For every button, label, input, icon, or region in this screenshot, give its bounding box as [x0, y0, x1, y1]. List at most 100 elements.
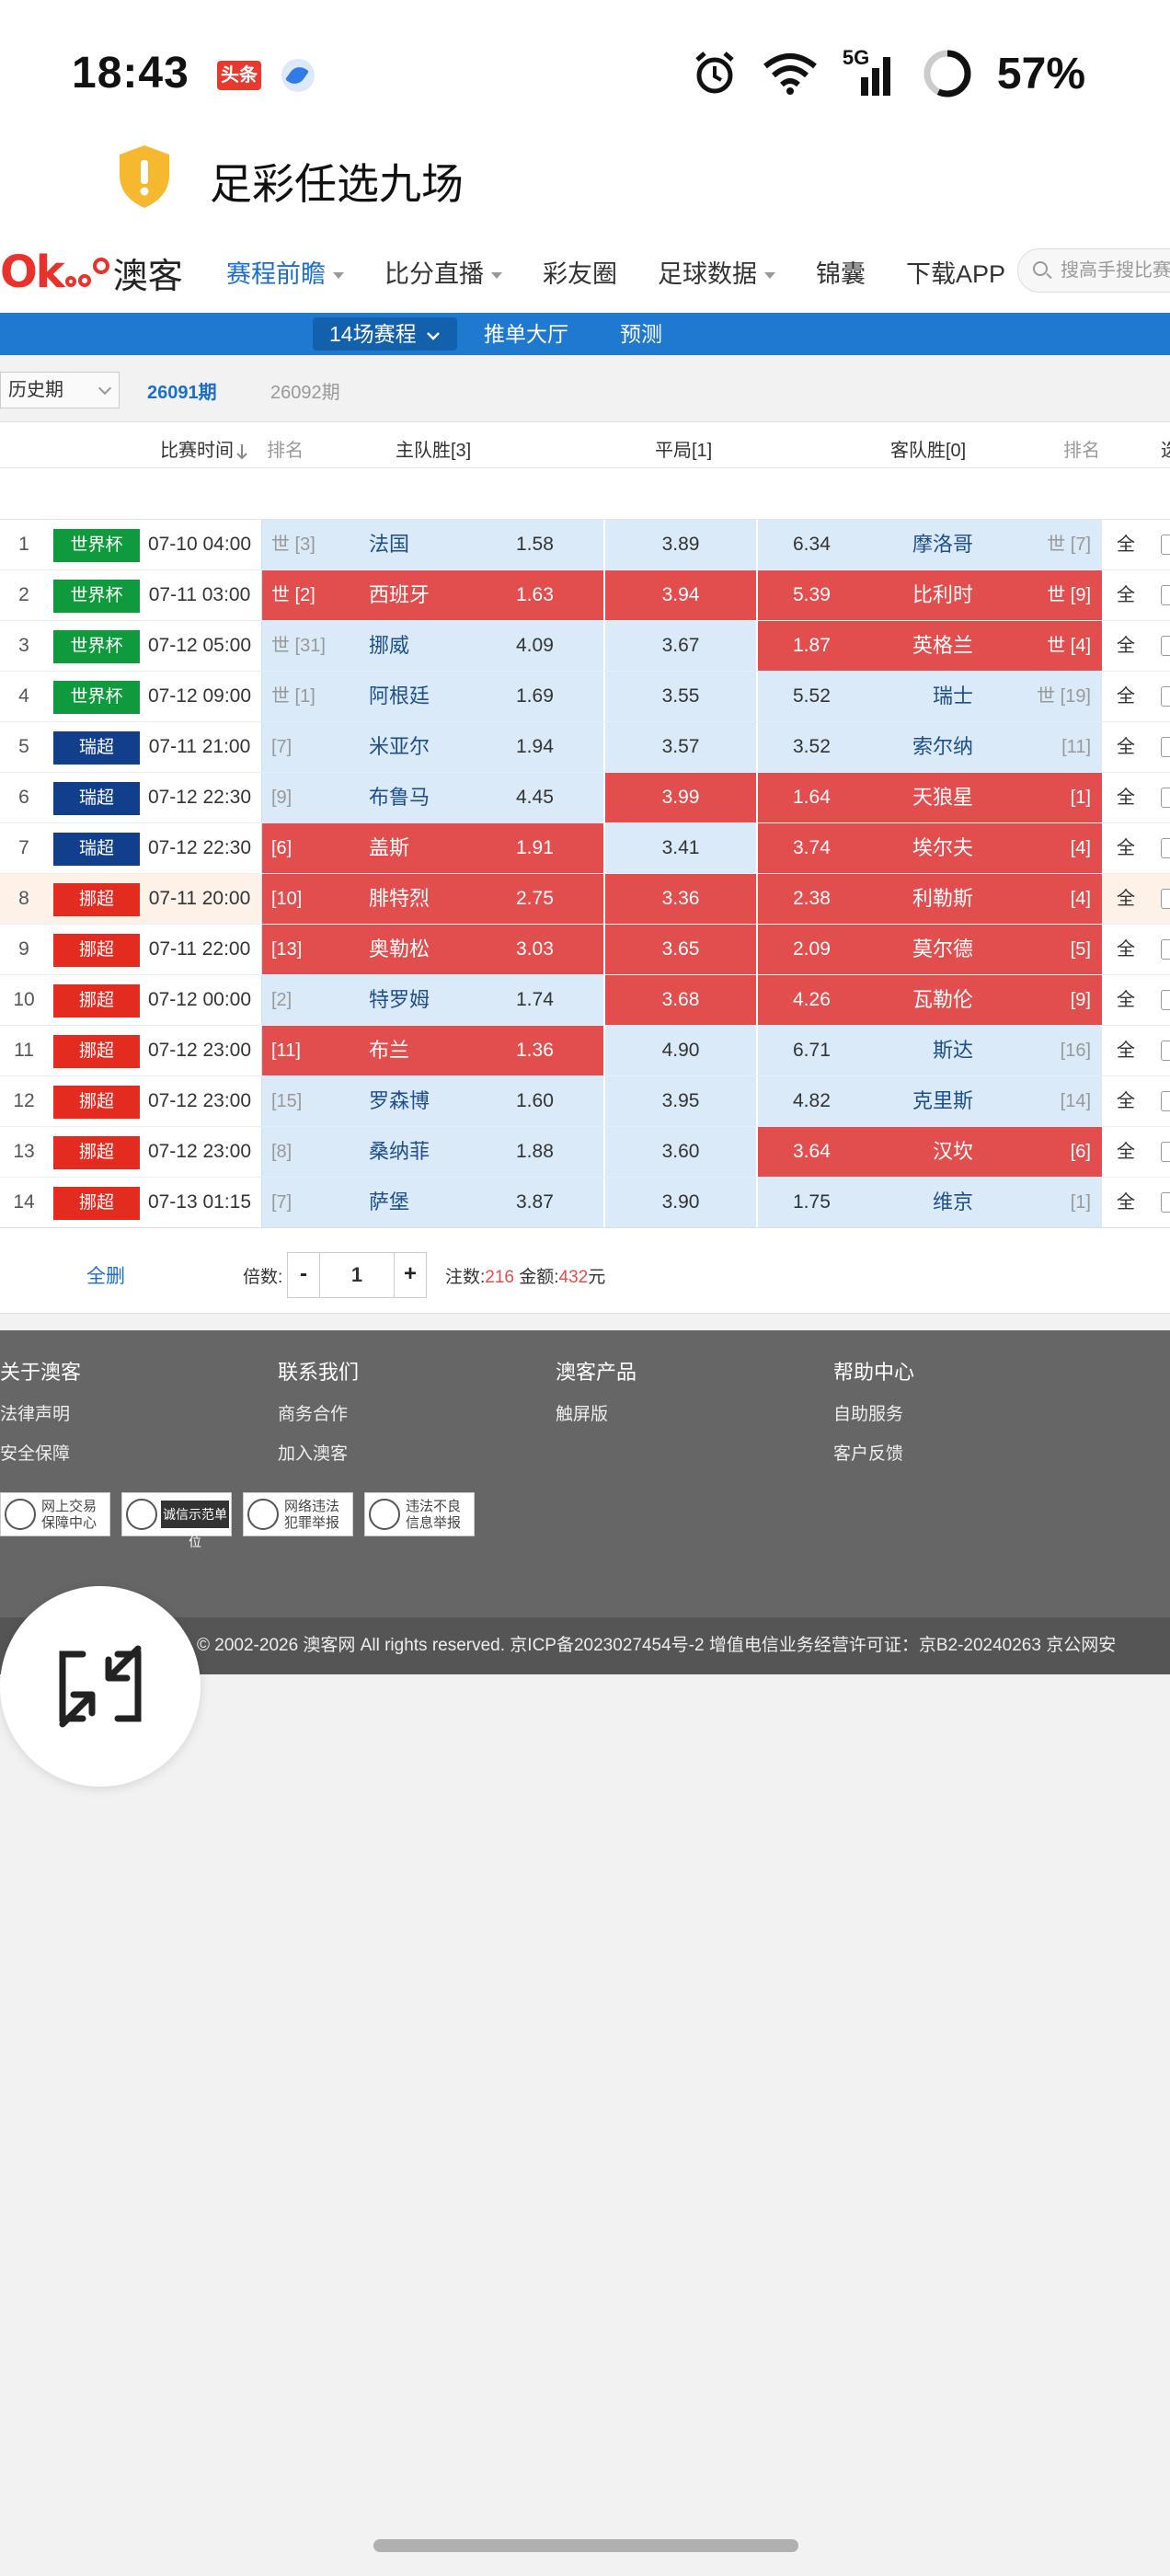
row-checkbox[interactable]: [1161, 990, 1170, 1010]
away-team[interactable]: 比利时: [912, 570, 973, 620]
select-all-button[interactable]: 全: [1104, 672, 1148, 721]
nav-item-schedule[interactable]: 赛程前瞻: [226, 254, 344, 290]
nav-item-community[interactable]: 彩友圈: [543, 254, 617, 290]
increase-button[interactable]: +: [395, 1253, 426, 1297]
nav-item-tips[interactable]: 锦囊: [816, 254, 866, 290]
select-all-button[interactable]: 全: [1104, 621, 1148, 671]
away-win-cell[interactable]: 1.64 天狼星 [1]: [758, 773, 1102, 822]
home-team[interactable]: 桑纳菲: [369, 1127, 430, 1177]
collapse-float-button[interactable]: [0, 1586, 201, 1787]
select-all-button[interactable]: 全: [1104, 925, 1148, 974]
footer-link[interactable]: 法律声明: [0, 1400, 81, 1425]
draw-cell[interactable]: 3.99: [605, 773, 756, 822]
away-win-cell[interactable]: 1.87 英格兰 世 [4]: [758, 621, 1102, 671]
tab-prediction[interactable]: 预测: [620, 313, 662, 355]
home-indicator[interactable]: [373, 2539, 798, 2552]
row-checkbox[interactable]: [1161, 838, 1170, 858]
away-win-cell[interactable]: 2.38 利勒斯 [4]: [758, 874, 1102, 924]
league-badge[interactable]: 挪超: [53, 1035, 140, 1068]
away-team[interactable]: 利勒斯: [912, 874, 973, 924]
badge-cybercrime-report[interactable]: 网络违法犯罪举报: [243, 1492, 353, 1536]
away-win-cell[interactable]: 2.09 莫尔德 [5]: [758, 925, 1102, 974]
home-win-cell[interactable]: [9] 布鲁马 4.45: [261, 773, 603, 822]
league-badge[interactable]: 挪超: [53, 1187, 140, 1220]
search-input[interactable]: 搜高手搜比赛: [1017, 248, 1170, 293]
home-team[interactable]: 特罗姆: [369, 975, 430, 1025]
footer-link[interactable]: 商务合作: [278, 1400, 359, 1425]
multiplier-input[interactable]: 1: [319, 1253, 395, 1297]
footer-link[interactable]: 安全保障: [0, 1440, 81, 1465]
league-badge[interactable]: 挪超: [53, 1136, 140, 1169]
draw-cell[interactable]: 3.68: [605, 975, 756, 1025]
league-badge[interactable]: 挪超: [53, 934, 140, 967]
league-badge[interactable]: 挪超: [53, 883, 140, 916]
home-team[interactable]: 米亚尔: [369, 722, 430, 772]
clear-all-button[interactable]: 全删: [86, 1261, 125, 1289]
select-all-button[interactable]: 全: [1104, 1076, 1148, 1126]
decrease-button[interactable]: -: [288, 1253, 319, 1297]
away-win-cell[interactable]: 1.75 维京 [1]: [758, 1178, 1102, 1227]
header-time[interactable]: 比赛时间: [160, 435, 248, 462]
draw-cell[interactable]: 3.57: [605, 722, 756, 772]
away-team[interactable]: 克里斯: [912, 1076, 973, 1126]
draw-cell[interactable]: 3.65: [605, 925, 756, 974]
select-all-button[interactable]: 全: [1104, 520, 1148, 569]
away-win-cell[interactable]: 6.34 摩洛哥 世 [7]: [758, 520, 1102, 569]
away-team[interactable]: 埃尔夫: [912, 823, 973, 873]
home-win-cell[interactable]: [8] 桑纳菲 1.88: [261, 1127, 603, 1177]
tab-tips-hall[interactable]: 推单大厅: [484, 313, 568, 355]
away-win-cell[interactable]: 4.26 瓦勒伦 [9]: [758, 975, 1102, 1025]
home-team[interactable]: 奥勒松: [369, 925, 430, 974]
tab-14-games[interactable]: 14场赛程: [313, 317, 457, 351]
draw-cell[interactable]: 3.41: [605, 823, 756, 873]
home-team[interactable]: 法国: [369, 520, 409, 569]
home-win-cell[interactable]: 世 [1] 阿根廷 1.69: [261, 672, 603, 721]
draw-cell[interactable]: 3.95: [605, 1076, 756, 1126]
row-checkbox[interactable]: [1161, 636, 1170, 656]
home-win-cell[interactable]: 世 [2] 西班牙 1.63: [261, 570, 603, 620]
home-win-cell[interactable]: [7] 米亚尔 1.94: [261, 722, 603, 772]
draw-cell[interactable]: 3.89: [605, 520, 756, 569]
row-checkbox[interactable]: [1161, 585, 1170, 605]
row-checkbox[interactable]: [1161, 788, 1170, 808]
home-team[interactable]: 布鲁马: [369, 773, 430, 822]
row-checkbox[interactable]: [1161, 889, 1170, 909]
badge-integrity[interactable]: 诚信示范单位: [121, 1492, 232, 1549]
league-badge[interactable]: 世界杯: [53, 681, 140, 714]
home-win-cell[interactable]: [6] 盖斯 1.91: [261, 823, 603, 873]
select-all-button[interactable]: 全: [1104, 570, 1148, 620]
nav-item-live-score[interactable]: 比分直播: [384, 254, 502, 290]
footer-link[interactable]: 加入澳客: [278, 1440, 359, 1465]
draw-cell[interactable]: 3.67: [605, 621, 756, 671]
draw-cell[interactable]: 3.94: [605, 570, 756, 620]
nav-item-football-data[interactable]: 足球数据: [658, 254, 775, 290]
league-badge[interactable]: 挪超: [53, 1086, 140, 1119]
league-badge[interactable]: 世界杯: [53, 529, 140, 562]
period-select[interactable]: 历史期: [0, 372, 120, 408]
select-all-button[interactable]: 全: [1104, 874, 1148, 924]
away-win-cell[interactable]: 3.52 索尔纳 [11]: [758, 722, 1102, 772]
badge-illegal-info-report[interactable]: 违法不良信息举报: [364, 1492, 475, 1536]
footer-link[interactable]: 客户反馈: [833, 1440, 914, 1465]
away-win-cell[interactable]: 6.71 斯达 [16]: [758, 1026, 1102, 1075]
away-team[interactable]: 汉坎: [933, 1127, 973, 1177]
draw-cell[interactable]: 3.90: [605, 1178, 756, 1227]
home-win-cell[interactable]: [11] 布兰 1.36: [261, 1026, 603, 1075]
row-checkbox[interactable]: [1161, 686, 1170, 707]
row-checkbox[interactable]: [1161, 1091, 1170, 1111]
draw-cell[interactable]: 3.55: [605, 672, 756, 721]
select-all-button[interactable]: 全: [1104, 722, 1148, 772]
row-checkbox[interactable]: [1161, 737, 1170, 757]
home-win-cell[interactable]: [7] 萨堡 3.87: [261, 1178, 603, 1227]
home-team[interactable]: 西班牙: [369, 570, 430, 620]
away-team[interactable]: 维京: [933, 1178, 973, 1227]
league-badge[interactable]: 世界杯: [53, 630, 140, 663]
home-win-cell[interactable]: 世 [31] 挪威 4.09: [261, 621, 603, 671]
footer-link[interactable]: 自助服务: [833, 1400, 914, 1425]
badge-trade-protection[interactable]: 网上交易保障中心: [0, 1492, 110, 1536]
away-team[interactable]: 摩洛哥: [912, 520, 973, 569]
home-team[interactable]: 盖斯: [369, 823, 409, 873]
away-team[interactable]: 莫尔德: [912, 925, 973, 974]
away-team[interactable]: 天狼星: [912, 773, 973, 822]
row-checkbox[interactable]: [1161, 939, 1170, 960]
